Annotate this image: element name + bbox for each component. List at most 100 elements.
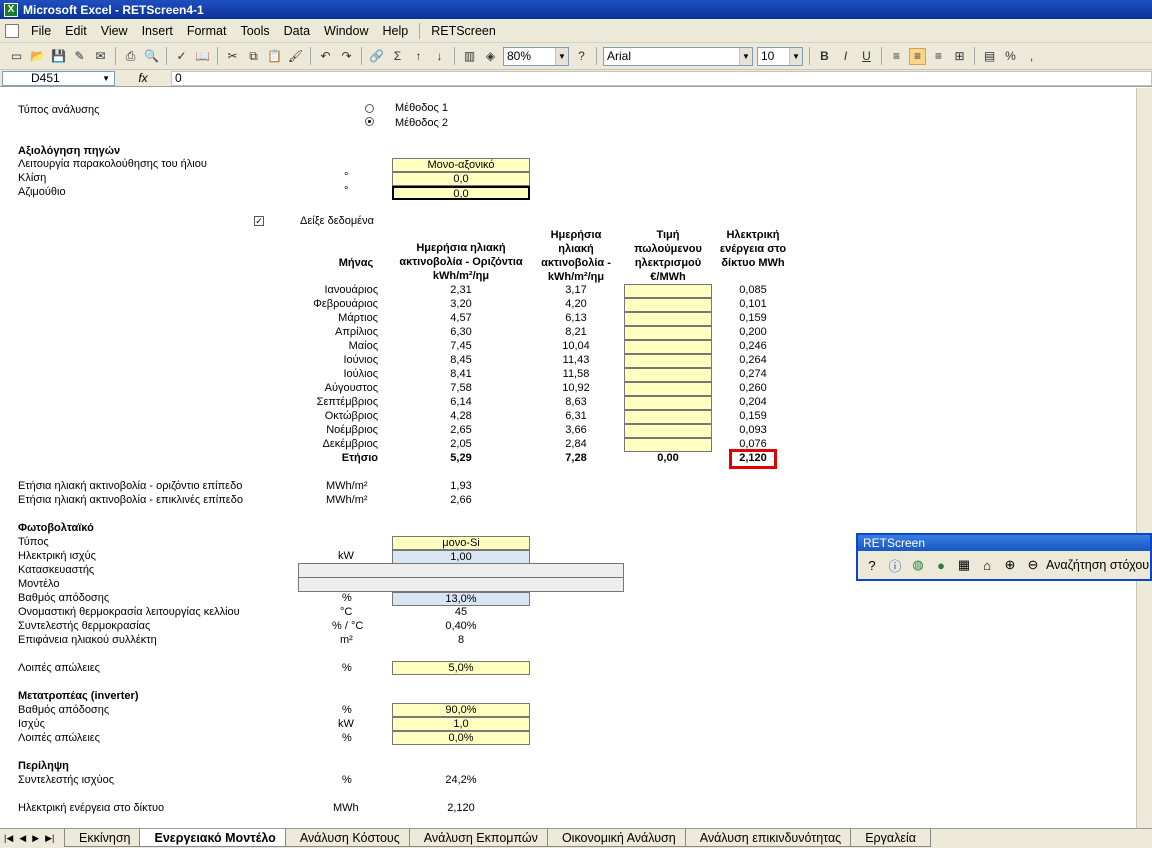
- price-input[interactable]: [624, 284, 712, 298]
- units-icon[interactable]: ▦: [954, 555, 974, 575]
- open-icon[interactable]: 📂: [29, 48, 46, 65]
- research-icon[interactable]: 📖: [194, 48, 211, 65]
- font-select[interactable]: Arial ▼: [603, 46, 753, 66]
- tab-navigation: |◀ ◀ ▶ ▶|: [0, 829, 70, 847]
- drawing-icon[interactable]: ◈: [482, 48, 499, 65]
- slope-label: Κλίση: [18, 172, 47, 184]
- azimuth-input[interactable]: 0,0: [392, 186, 530, 200]
- sheet-tab[interactable]: Ανάλυση Κόστους: [284, 829, 415, 847]
- align-left-icon[interactable]: ≡: [888, 48, 905, 65]
- zoom-select[interactable]: 80% ▼: [503, 46, 569, 66]
- pv-type-input[interactable]: μονο-Si: [392, 536, 530, 550]
- last-sheet-icon[interactable]: ▶|: [45, 833, 54, 844]
- pv-power-input[interactable]: 1,00: [392, 550, 530, 564]
- paste-icon[interactable]: 📋: [266, 48, 283, 65]
- sort-ascending-icon[interactable]: ↑: [410, 48, 427, 65]
- copy-icon[interactable]: ⧉: [245, 48, 262, 65]
- menu-retscreen[interactable]: RETScreen: [424, 24, 503, 38]
- workbook-icon[interactable]: [0, 23, 24, 38]
- email-icon[interactable]: ✉: [92, 48, 109, 65]
- price-input[interactable]: [624, 396, 712, 410]
- sheet-tab[interactable]: Ανάλυση Εκπομπών: [408, 829, 553, 847]
- globe-icon[interactable]: ◍: [908, 555, 928, 575]
- currency-icon[interactable]: ▤: [981, 48, 998, 65]
- menu-data[interactable]: Data: [277, 24, 317, 38]
- home-icon[interactable]: ⌂: [977, 555, 997, 575]
- help-icon[interactable]: ?: [862, 555, 882, 575]
- chart-wizard-icon[interactable]: ▥: [461, 48, 478, 65]
- sheet-tab[interactable]: Ενεργειακό Μοντέλο: [139, 829, 291, 847]
- zoom-out-icon[interactable]: ⊖: [1023, 555, 1043, 575]
- sheet-tab[interactable]: Ανάλυση επικινδυνότητας: [684, 829, 857, 847]
- goal-seek-button[interactable]: Αναζήτηση στόχου: [1046, 558, 1149, 572]
- font-size-select[interactable]: 10 ▼: [757, 46, 803, 66]
- show-data-checkbox[interactable]: ✓: [254, 216, 264, 226]
- autosum-icon[interactable]: Σ: [389, 48, 406, 65]
- spelling-icon[interactable]: ✓: [173, 48, 190, 65]
- redo-icon[interactable]: ↷: [338, 48, 355, 65]
- pv-losses-input[interactable]: 5,0%: [392, 661, 530, 675]
- price-input[interactable]: [624, 438, 712, 452]
- help-icon[interactable]: ?: [573, 48, 590, 65]
- menu-insert[interactable]: Insert: [135, 24, 180, 38]
- percent-icon[interactable]: %: [1002, 48, 1019, 65]
- slope-input[interactable]: 0,0: [392, 172, 530, 186]
- vertical-scrollbar[interactable]: [1136, 88, 1152, 828]
- zoom-in-icon[interactable]: ⊕: [1000, 555, 1020, 575]
- menu-edit[interactable]: Edit: [58, 24, 94, 38]
- inverter-losses-input[interactable]: 0,0%: [392, 731, 530, 745]
- inverter-eff-input[interactable]: 90,0%: [392, 703, 530, 717]
- price-input[interactable]: [624, 312, 712, 326]
- price-input[interactable]: [624, 326, 712, 340]
- bold-icon[interactable]: B: [816, 48, 833, 65]
- price-input[interactable]: [624, 368, 712, 382]
- price-input[interactable]: [624, 410, 712, 424]
- hyperlink-icon[interactable]: 🔗: [368, 48, 385, 65]
- method2-radio[interactable]: [365, 117, 374, 126]
- comma-icon[interactable]: ,: [1023, 48, 1040, 65]
- italic-icon[interactable]: I: [837, 48, 854, 65]
- price-input[interactable]: [624, 382, 712, 396]
- menu-file[interactable]: File: [24, 24, 58, 38]
- tracking-input[interactable]: Μονο-αξονικό: [392, 158, 530, 172]
- merge-center-icon[interactable]: ⊞: [951, 48, 968, 65]
- price-input[interactable]: [624, 424, 712, 438]
- price-input[interactable]: [624, 298, 712, 312]
- menu-window[interactable]: Window: [317, 24, 375, 38]
- undo-icon[interactable]: ↶: [317, 48, 334, 65]
- price-input[interactable]: [624, 340, 712, 354]
- new-icon[interactable]: ▭: [8, 48, 25, 65]
- method1-radio[interactable]: [365, 104, 374, 113]
- world-icon[interactable]: ●: [931, 555, 951, 575]
- sheet-tab[interactable]: Εκκίνηση: [64, 829, 146, 847]
- sort-descending-icon[interactable]: ↓: [431, 48, 448, 65]
- info-icon[interactable]: ⓘ: [885, 555, 905, 575]
- formula-input[interactable]: 0: [171, 70, 1152, 86]
- align-center-icon[interactable]: ≡: [909, 47, 926, 65]
- print-preview-icon[interactable]: 🔍: [143, 48, 160, 65]
- align-right-icon[interactable]: ≡: [930, 48, 947, 65]
- underline-icon[interactable]: U: [858, 48, 875, 65]
- pv-manufacturer-input[interactable]: [298, 563, 624, 578]
- save-icon[interactable]: 💾: [50, 48, 67, 65]
- sheet-tab[interactable]: Οικονομική Ανάλυση: [546, 829, 691, 847]
- menu-view[interactable]: View: [94, 24, 135, 38]
- pv-eff-input[interactable]: 13,0%: [392, 592, 530, 606]
- menu-help[interactable]: Help: [376, 24, 416, 38]
- fx-icon[interactable]: fx: [115, 71, 171, 85]
- cut-icon[interactable]: ✂: [224, 48, 241, 65]
- print-icon[interactable]: ⎙: [122, 48, 139, 65]
- prev-sheet-icon[interactable]: ◀: [19, 833, 26, 844]
- name-box[interactable]: D451 ▼: [2, 70, 115, 86]
- menu-tools[interactable]: Tools: [233, 24, 276, 38]
- sheet-tab[interactable]: Εργαλεία: [850, 829, 931, 847]
- price-input[interactable]: [624, 354, 712, 368]
- format-painter-icon[interactable]: 🖌: [287, 48, 304, 65]
- retscreen-toolbar-title[interactable]: RETScreen: [858, 535, 1150, 551]
- inverter-cap-input[interactable]: 1,0: [392, 717, 530, 731]
- pv-model-input[interactable]: [298, 577, 624, 592]
- menu-format[interactable]: Format: [180, 24, 234, 38]
- first-sheet-icon[interactable]: |◀: [4, 833, 13, 844]
- permission-icon[interactable]: ✎: [71, 48, 88, 65]
- next-sheet-icon[interactable]: ▶: [32, 833, 39, 844]
